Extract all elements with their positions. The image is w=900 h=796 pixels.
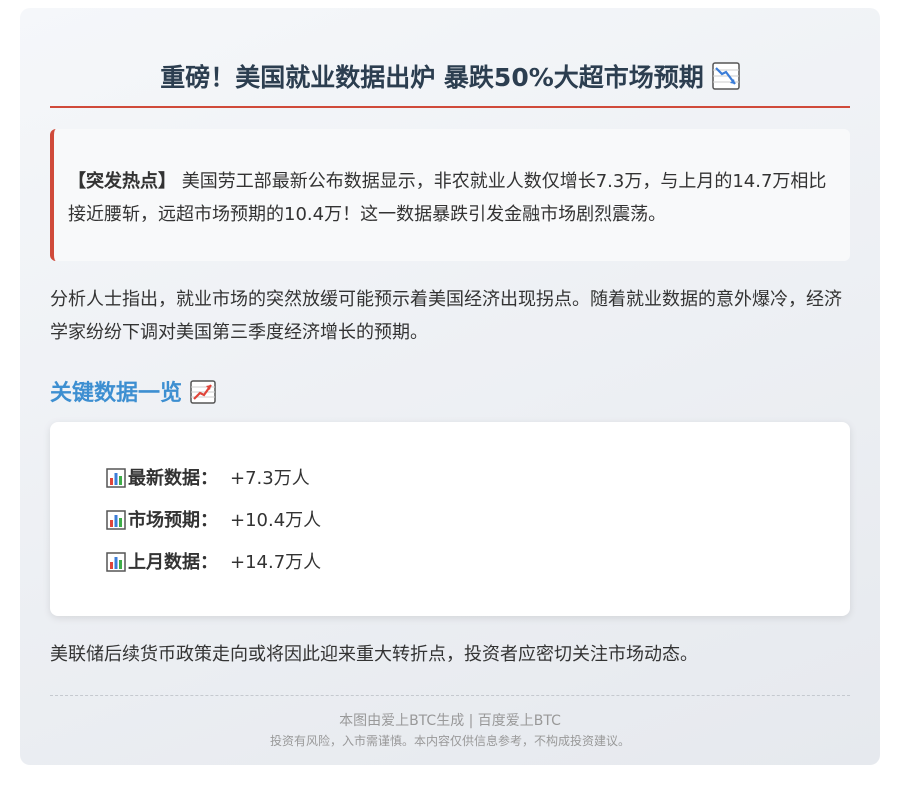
key-data-heading: 关键数据一览: [50, 379, 850, 409]
breaking-text: 美国劳工部最新公布数据显示，非农就业人数仅增长7.3万，与上月的14.7万相比接…: [68, 171, 827, 225]
key-data-heading-text: 关键数据一览: [50, 381, 183, 406]
key-data-value: +10.4万人: [230, 510, 322, 531]
analysis-paragraph: 分析人士指出，就业市场的突然放缓可能预示着美国经济出现拐点。随着就业数据的意外爆…: [50, 289, 842, 343]
key-data-label: 市场预期：: [128, 510, 218, 531]
footer: 本图由爱上BTC生成 | 百度爱上BTC 投资有风险，入市需谨慎。本内容仅供信息…: [50, 695, 850, 750]
key-data-box: 最新数据： +7.3万人 市场预期： +10.4万人 上月数据： +14.7万人: [50, 422, 850, 616]
footer-credit: 本图由爱上BTC生成 | 百度爱上BTC: [339, 713, 561, 729]
key-data-row: 最新数据： +7.3万人: [106, 458, 850, 500]
chart-increasing-icon: [190, 380, 216, 404]
key-data-value: +7.3万人: [230, 468, 310, 489]
breaking-news-box: 【突发热点】 美国劳工部最新公布数据显示，非农就业人数仅增长7.3万，与上月的1…: [50, 129, 850, 261]
key-data-label: 最新数据：: [128, 468, 218, 489]
breaking-tag: 【突发热点】: [68, 171, 176, 192]
title-text: 重磅！美国就业数据出炉 暴跌50%大超市场预期: [160, 63, 704, 92]
key-data-value: +14.7万人: [230, 552, 322, 573]
chart-decreasing-icon: [712, 62, 740, 90]
key-data-label: 上月数据：: [128, 552, 218, 573]
key-data-row: 市场预期： +10.4万人: [106, 500, 850, 542]
bar-chart-icon: [106, 552, 126, 572]
article-title: 重磅！美国就业数据出炉 暴跌50%大超市场预期: [50, 60, 850, 108]
closing-paragraph: 美联储后续货币政策走向或将因此迎来重大转折点，投资者应密切关注市场动态。: [50, 644, 698, 665]
footer-disclaimer: 投资有风险，入市需谨慎。本内容仅供信息参考，不构成投资建议。: [269, 734, 630, 748]
key-data-row: 上月数据： +14.7万人: [106, 542, 850, 584]
bar-chart-icon: [106, 510, 126, 530]
bar-chart-icon: [106, 468, 126, 488]
article-card: 重磅！美国就业数据出炉 暴跌50%大超市场预期 【突发热点】 美国劳工部最新公布…: [20, 8, 880, 765]
